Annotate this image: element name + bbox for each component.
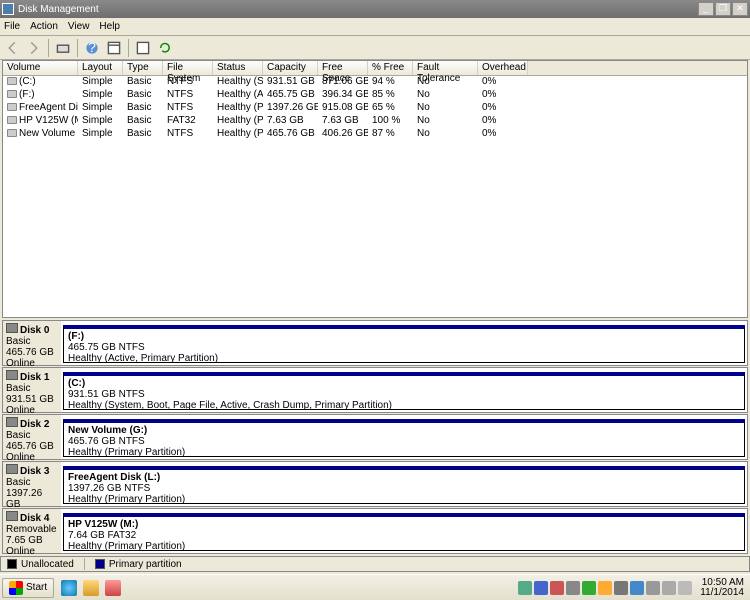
action-button[interactable] — [133, 38, 153, 58]
column-headers: Volume Layout Type File System Status Ca… — [3, 61, 747, 76]
disk-block[interactable]: Disk 0Basic465.76 GBOnline(F:)465.75 GB … — [2, 320, 748, 366]
start-label: Start — [26, 582, 47, 593]
legend-primary-swatch — [95, 559, 105, 569]
partition[interactable]: FreeAgent Disk (L:)1397.26 GB NTFSHealth… — [63, 466, 745, 504]
tray-icon[interactable] — [678, 581, 692, 595]
partition[interactable]: New Volume (G:)465.76 GB NTFSHealthy (Pr… — [63, 419, 745, 457]
disk-info: Disk 1Basic931.51 GBOnline — [3, 368, 61, 412]
disk-info: Disk 0Basic465.76 GBOnline — [3, 321, 61, 365]
menu-view[interactable]: View — [68, 21, 90, 32]
minimize-button[interactable]: _ — [698, 2, 714, 16]
ql-explorer[interactable] — [80, 578, 102, 598]
tray-icon[interactable] — [582, 581, 596, 595]
disk-block[interactable]: Disk 2Basic465.76 GBOnlineNew Volume (G:… — [2, 414, 748, 460]
col-volume[interactable]: Volume — [3, 61, 78, 75]
tray-icon[interactable] — [518, 581, 532, 595]
forward-button — [24, 38, 44, 58]
tray-icon[interactable] — [550, 581, 564, 595]
legend: Unallocated Primary partition — [0, 556, 750, 572]
col-free[interactable]: Free Space — [318, 61, 368, 75]
toolbar: ? — [0, 36, 750, 60]
ql-app[interactable] — [102, 578, 124, 598]
legend-primary-label: Primary partition — [109, 559, 182, 570]
volume-list[interactable]: Volume Layout Type File System Status Ca… — [2, 60, 748, 318]
app-icon — [2, 3, 14, 15]
menu-file[interactable]: File — [4, 21, 20, 32]
clock-date: 11/1/2014 — [700, 588, 744, 598]
svg-text:?: ? — [88, 41, 96, 55]
window-title: Disk Management — [18, 4, 697, 15]
titlebar[interactable]: Disk Management _ ❐ ✕ — [0, 0, 750, 18]
disk-info: Disk 3Basic1397.26 GBOnline — [3, 462, 61, 506]
col-fs[interactable]: File System — [163, 61, 213, 75]
tray-volume-icon[interactable] — [646, 581, 660, 595]
back-button — [2, 38, 22, 58]
properties-button[interactable] — [104, 38, 124, 58]
ql-ie[interactable] — [58, 578, 80, 598]
scan-button[interactable] — [53, 38, 73, 58]
col-type[interactable]: Type — [123, 61, 163, 75]
clock-time: 10:50 AM — [700, 578, 744, 588]
disk-graphical-view: Disk 0Basic465.76 GBOnline(F:)465.75 GB … — [2, 320, 748, 554]
table-row[interactable]: New Volume (G:)SimpleBasicNTFSHealthy (P… — [3, 128, 747, 141]
disk-block[interactable]: Disk 4Removable7.65 GBOnlineHP V125W (M:… — [2, 508, 748, 554]
start-button[interactable]: Start — [2, 578, 54, 598]
table-row[interactable]: (F:)SimpleBasicNTFSHealthy (A...465.75 G… — [3, 89, 747, 102]
maximize-button[interactable]: ❐ — [715, 2, 731, 16]
tray-icon[interactable] — [662, 581, 676, 595]
col-oh[interactable]: Overhead — [478, 61, 528, 75]
table-row[interactable]: (C:)SimpleBasicNTFSHealthy (S...931.51 G… — [3, 76, 747, 89]
disk-info: Disk 4Removable7.65 GBOnline — [3, 509, 61, 553]
partition[interactable]: (F:)465.75 GB NTFSHealthy (Active, Prima… — [63, 325, 745, 363]
table-row[interactable]: HP V125W (M:)SimpleBasicFAT32Healthy (P.… — [3, 115, 747, 128]
legend-unallocated-label: Unallocated — [21, 559, 74, 570]
tray-icon[interactable] — [534, 581, 548, 595]
menubar: File Action View Help — [0, 18, 750, 36]
col-ft[interactable]: Fault Tolerance — [413, 61, 478, 75]
menu-action[interactable]: Action — [30, 21, 58, 32]
tray-icon[interactable] — [566, 581, 580, 595]
col-layout[interactable]: Layout — [78, 61, 123, 75]
disk-block[interactable]: Disk 1Basic931.51 GBOnline(C:)931.51 GB … — [2, 367, 748, 413]
taskbar[interactable]: Start 10:50 AM 11/1/2014 — [0, 574, 750, 600]
col-capacity[interactable]: Capacity — [263, 61, 318, 75]
menu-help[interactable]: Help — [99, 21, 120, 32]
tray-icon[interactable] — [614, 581, 628, 595]
help-button[interactable]: ? — [82, 38, 102, 58]
clock[interactable]: 10:50 AM 11/1/2014 — [694, 578, 744, 598]
refresh-button[interactable] — [155, 38, 175, 58]
tray-network-icon[interactable] — [630, 581, 644, 595]
col-pct[interactable]: % Free — [368, 61, 413, 75]
partition[interactable]: HP V125W (M:)7.64 GB FAT32Healthy (Prima… — [63, 513, 745, 551]
disk-info: Disk 2Basic465.76 GBOnline — [3, 415, 61, 459]
close-button[interactable]: ✕ — [732, 2, 748, 16]
windows-flag-icon — [9, 581, 23, 595]
table-row[interactable]: FreeAgent Disk (L:)SimpleBasicNTFSHealth… — [3, 102, 747, 115]
col-status[interactable]: Status — [213, 61, 263, 75]
system-tray[interactable]: 10:50 AM 11/1/2014 — [514, 578, 748, 598]
partition[interactable]: (C:)931.51 GB NTFSHealthy (System, Boot,… — [63, 372, 745, 410]
legend-unallocated-swatch — [7, 559, 17, 569]
tray-icon[interactable] — [598, 581, 612, 595]
disk-block[interactable]: Disk 3Basic1397.26 GBOnlineFreeAgent Dis… — [2, 461, 748, 507]
